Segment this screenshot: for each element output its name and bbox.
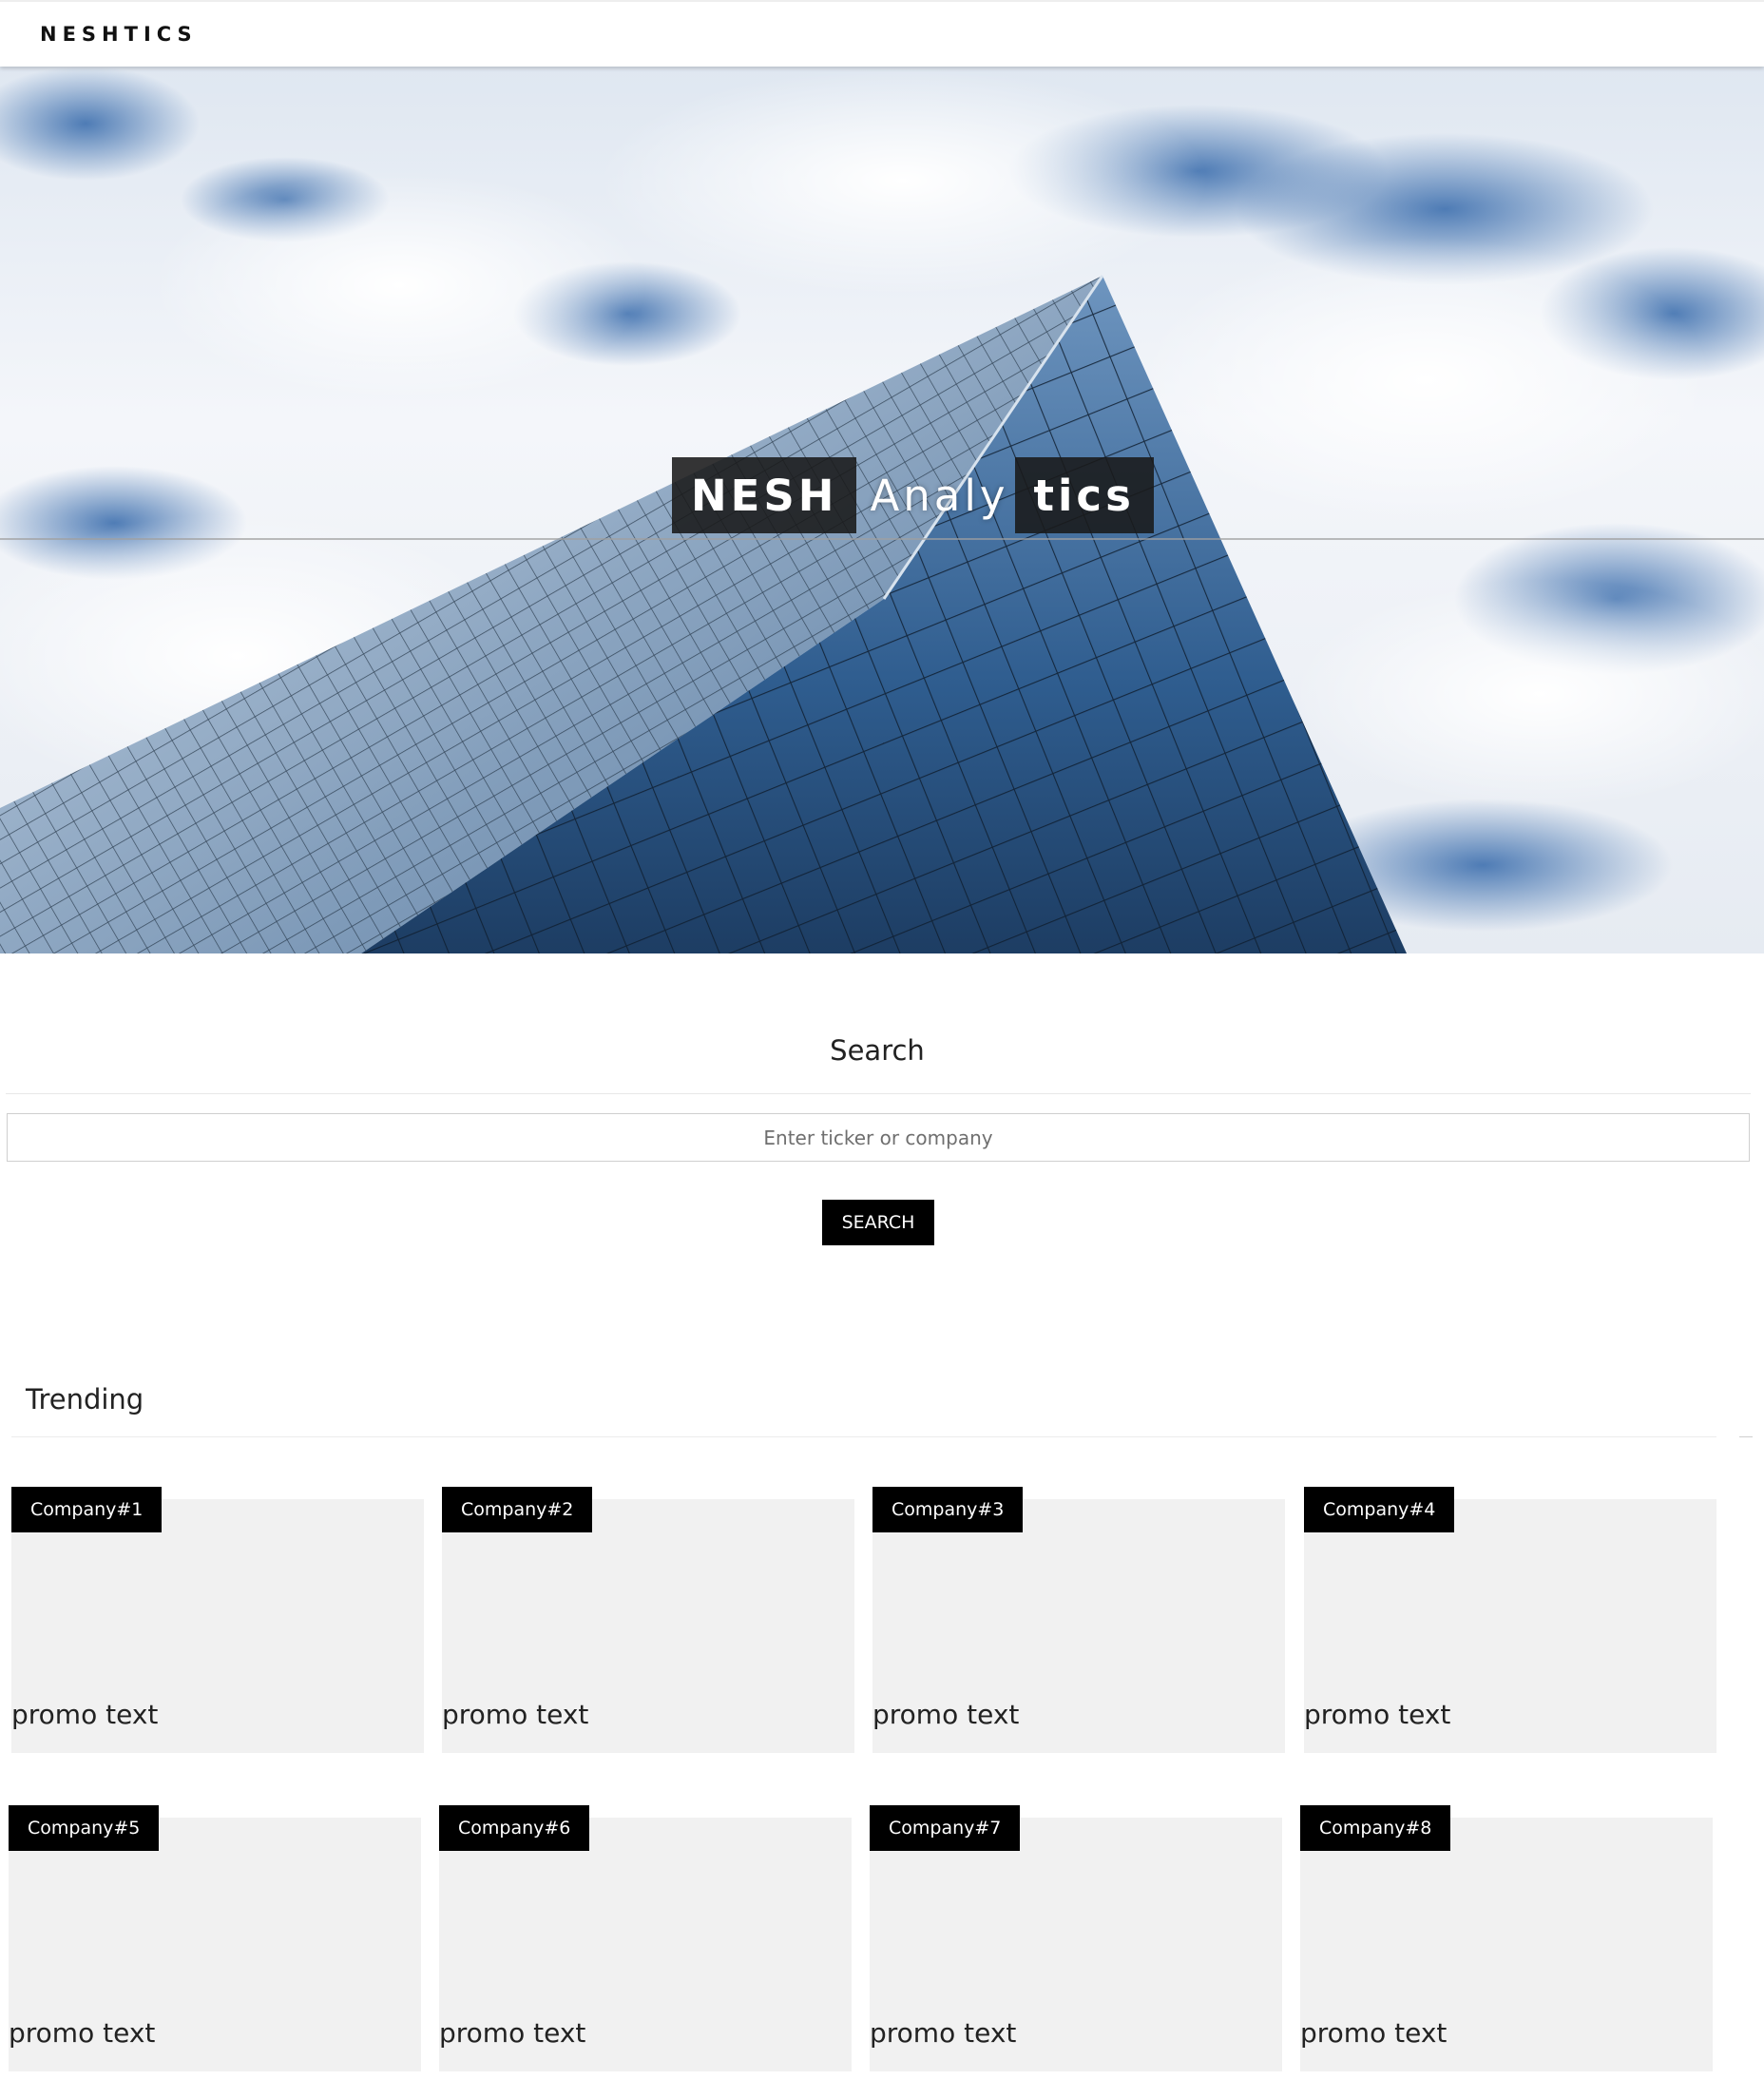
promo-text: promo text [442,1699,589,1730]
brand-logo[interactable]: NESHTICS [40,23,198,46]
search-input[interactable] [7,1113,1750,1162]
hero-title: NESH Analy tics [672,457,1154,533]
top-navbar: NESHTICS [0,0,1764,67]
promo-text: promo text [11,1699,159,1730]
promo-text: promo text [870,2017,1017,2049]
promo-text: promo text [439,2017,586,2049]
trending-card[interactable]: Company#6 promo text [439,1805,852,2071]
promo-text: promo text [9,2017,156,2049]
company-badge[interactable]: Company#8 [1300,1805,1451,1851]
trending-divider-tail [1739,1436,1753,1437]
hero-divider-line [0,538,1764,540]
trending-card[interactable]: Company#1 promo text [11,1487,424,1753]
company-badge[interactable]: Company#2 [442,1487,593,1532]
hero-title-part-2: Analy [870,470,1009,521]
hero-title-part-1: NESH [672,457,857,533]
promo-text: promo text [1304,1699,1451,1730]
trending-card[interactable]: Company#7 promo text [870,1805,1282,2071]
trending-card[interactable]: Company#5 promo text [9,1805,421,2071]
trending-heading: Trending [26,1383,144,1415]
hero-title-part-3: tics [1014,457,1154,533]
page: NESHTICS NESH Analy tics Search Enter ti… [0,0,1764,2099]
trending-card[interactable]: Company#3 promo text [872,1487,1285,1753]
trending-card[interactable]: Company#2 promo text [442,1487,854,1753]
company-badge[interactable]: Company#3 [872,1487,1024,1532]
company-badge[interactable]: Company#4 [1304,1487,1455,1532]
search-heading: Search [830,1034,925,1067]
trending-divider [11,1436,1716,1437]
promo-text: promo text [872,1699,1020,1730]
search-divider [6,1093,1751,1094]
hero-banner: NESH Analy tics [0,67,1764,953]
company-badge[interactable]: Company#1 [11,1487,163,1532]
company-badge[interactable]: Company#6 [439,1805,590,1851]
company-badge[interactable]: Company#5 [9,1805,160,1851]
promo-text: promo text [1300,2017,1448,2049]
trending-card[interactable]: Company#8 promo text [1300,1805,1713,2071]
company-badge[interactable]: Company#7 [870,1805,1021,1851]
trending-card[interactable]: Company#4 promo text [1304,1487,1716,1753]
search-button[interactable]: SEARCH [822,1200,934,1245]
